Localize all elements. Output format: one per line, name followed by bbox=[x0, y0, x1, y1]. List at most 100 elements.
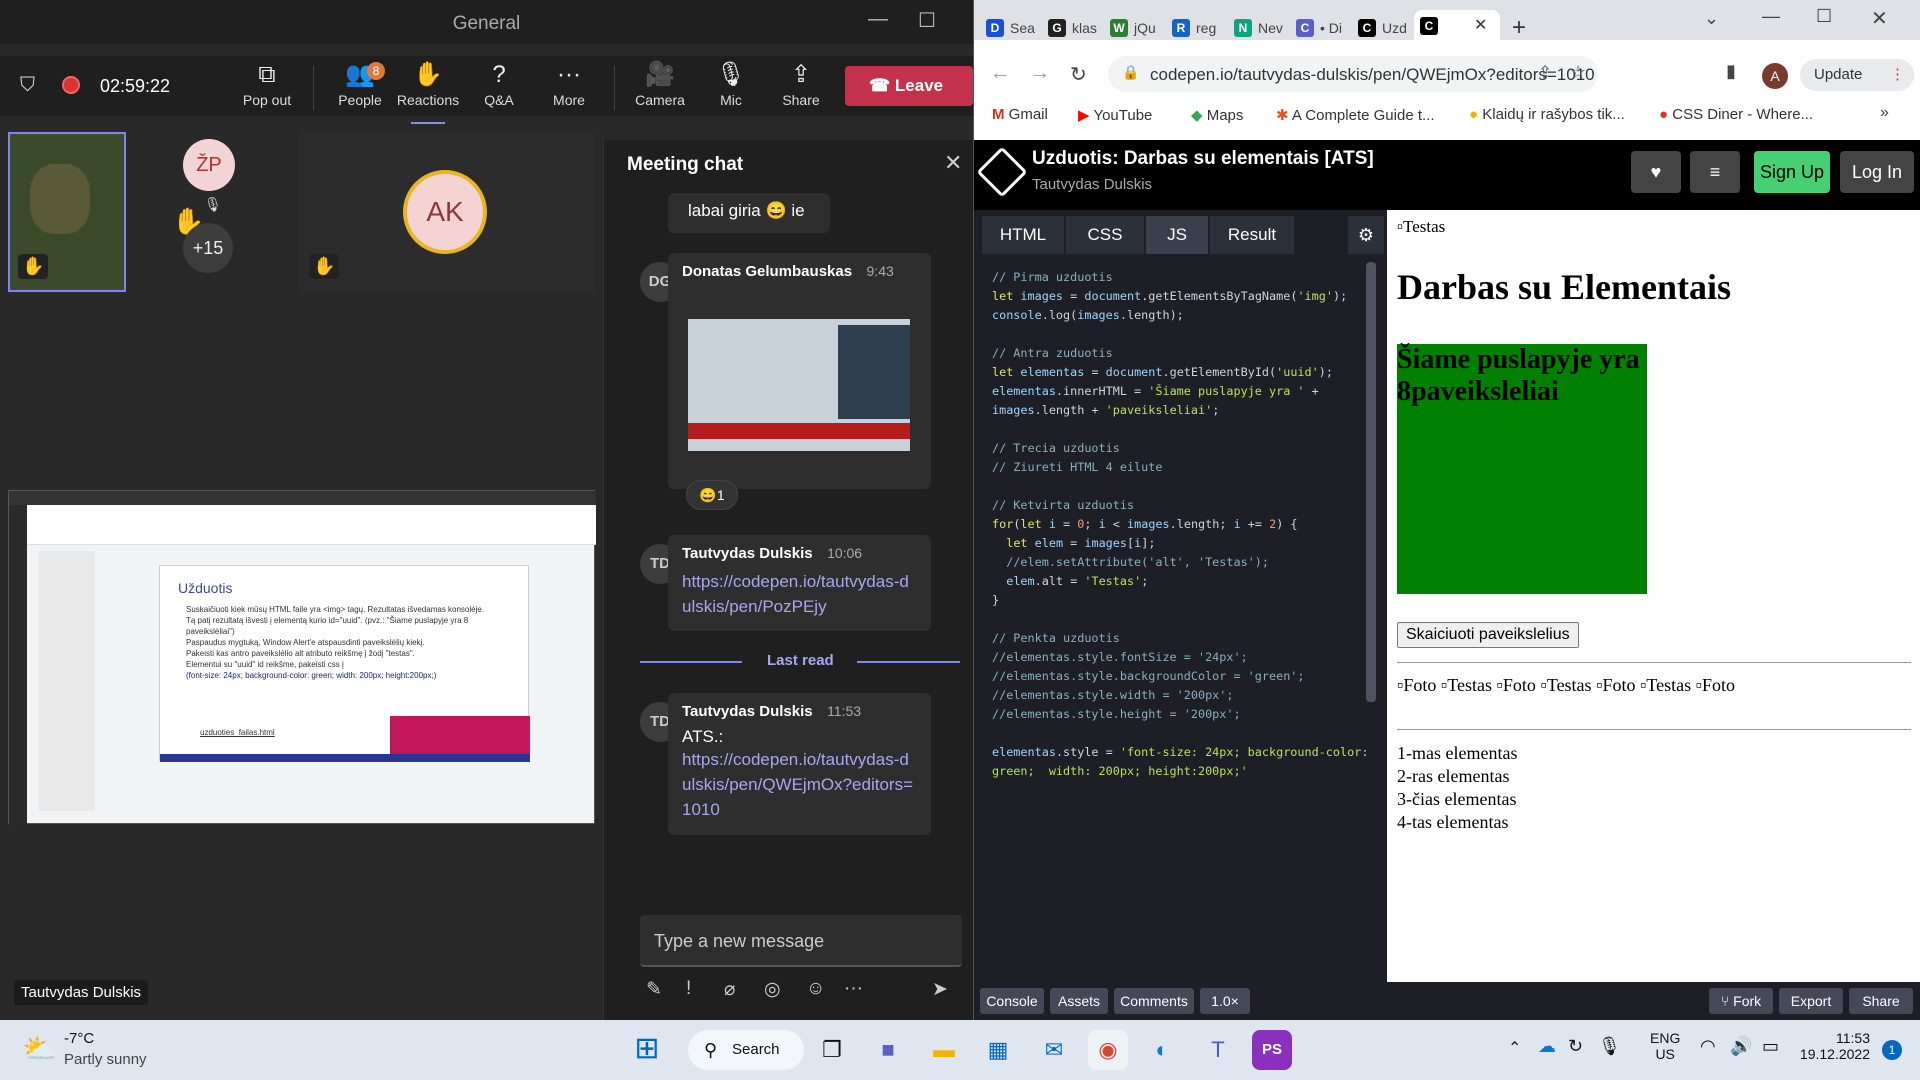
count-images-button[interactable]: Skaiciuoti paveikslelius bbox=[1397, 622, 1579, 648]
star-icon[interactable]: ☆ bbox=[1570, 62, 1586, 83]
camera-button[interactable]: 🎥 Camera bbox=[625, 60, 695, 108]
format-icon[interactable]: ✎ bbox=[646, 978, 662, 1001]
share-icon[interactable]: ⇪ bbox=[1538, 63, 1552, 83]
tab[interactable]: N Nev bbox=[1228, 14, 1290, 42]
emoji-icon[interactable]: ☺ bbox=[806, 978, 825, 1000]
mic-button[interactable]: 🎙 Mic bbox=[696, 60, 766, 108]
update-button[interactable]: Update ⋮ bbox=[1800, 59, 1914, 91]
tab-css[interactable]: CSS bbox=[1066, 216, 1144, 254]
chat-app-icon[interactable]: ■ bbox=[868, 1030, 908, 1070]
zoom-button[interactable]: 1.0× bbox=[1200, 988, 1250, 1014]
important-icon[interactable]: ! bbox=[686, 978, 691, 1000]
message-link[interactable]: https://codepen.io/tautvydas-dulskis/pen… bbox=[682, 569, 917, 619]
weather-temp[interactable]: -7°C bbox=[64, 1030, 94, 1047]
more-icon[interactable]: ··· bbox=[844, 978, 863, 1000]
self-video-tile[interactable]: ✋ bbox=[8, 132, 126, 292]
pen-title[interactable]: Uzduotis: Darbas su elementais [ATS] bbox=[1032, 148, 1374, 170]
image-attachment[interactable] bbox=[688, 319, 910, 451]
chevron-up-icon[interactable]: ⌃ bbox=[1508, 1038, 1521, 1058]
volume-icon[interactable]: 🔊 bbox=[1730, 1036, 1752, 1057]
language-indicator[interactable]: ENG US bbox=[1650, 1030, 1680, 1062]
people-button[interactable]: 👥 People 8 bbox=[325, 60, 395, 108]
settings-gear-icon[interactable]: ⚙ bbox=[1348, 216, 1384, 254]
attach-icon[interactable]: ⌀ bbox=[724, 978, 735, 1001]
sidepanel-icon[interactable]: ▮ bbox=[1726, 61, 1736, 82]
tab[interactable]: WjQu bbox=[1104, 14, 1166, 42]
shared-screen[interactable]: Užduotis Suskaičiuoti kiek mūsų HTML fai… bbox=[8, 490, 596, 825]
participant-tile-ak[interactable]: AK ✋ bbox=[299, 132, 595, 294]
sync-icon[interactable]: ↻ bbox=[1568, 1036, 1583, 1057]
onedrive-icon[interactable]: ☁ bbox=[1538, 1036, 1556, 1057]
chevron-right-icon[interactable]: » bbox=[1880, 104, 1889, 122]
comments-button[interactable]: Comments bbox=[1114, 988, 1194, 1014]
pen-author[interactable]: Tautvydas Dulskis bbox=[1032, 176, 1152, 193]
loop-icon[interactable]: ◎ bbox=[764, 978, 781, 1001]
phpstorm-icon[interactable]: PS bbox=[1252, 1030, 1292, 1070]
message-link[interactable]: https://codepen.io/tautvydas-dulskis/pen… bbox=[682, 747, 917, 822]
tab[interactable]: Rreg bbox=[1166, 14, 1228, 42]
tab-result[interactable]: Result bbox=[1210, 216, 1294, 254]
send-icon[interactable]: ➤ bbox=[932, 978, 948, 1001]
mail-icon[interactable]: ✉ bbox=[1034, 1030, 1074, 1070]
task-view-icon[interactable]: ❐ bbox=[812, 1030, 852, 1070]
bookmark-css-diner[interactable]: ● CSS Diner - Where... bbox=[1659, 106, 1813, 123]
notification-badge[interactable]: 1 bbox=[1882, 1040, 1902, 1060]
js-code[interactable]: // Pirma uzduotis let images = document.… bbox=[992, 268, 1382, 781]
share-button[interactable]: Share bbox=[1849, 988, 1913, 1014]
tab[interactable]: C • Di bbox=[1290, 14, 1352, 42]
chrome-icon[interactable]: ◉ bbox=[1088, 1030, 1128, 1070]
tab[interactable]: C Uzd bbox=[1352, 14, 1414, 42]
tab[interactable]: Gklas bbox=[1042, 14, 1104, 42]
close-icon[interactable]: ✕ bbox=[944, 150, 962, 176]
signup-button[interactable]: Sign Up bbox=[1754, 151, 1830, 193]
minimize-icon[interactable]: — bbox=[868, 8, 888, 31]
reload-icon[interactable]: ↻ bbox=[1070, 62, 1087, 87]
heart-button[interactable]: ♥ bbox=[1631, 151, 1681, 193]
export-button[interactable]: Export bbox=[1779, 988, 1843, 1014]
reactions-button[interactable]: ✋ Reactions bbox=[393, 60, 463, 124]
bookmark-youtube[interactable]: ▶ YouTube bbox=[1078, 106, 1152, 124]
weather-icon[interactable]: ⛅ bbox=[22, 1032, 57, 1065]
qa-button[interactable]: ? Q&A bbox=[464, 60, 534, 108]
reaction-pill[interactable]: 😄1 bbox=[686, 480, 738, 510]
new-tab-icon[interactable]: + bbox=[1512, 14, 1526, 42]
weather-text[interactable]: Partly sunny bbox=[64, 1051, 147, 1068]
teams-icon[interactable]: T bbox=[1198, 1030, 1238, 1070]
taskbar-search[interactable]: ⚲ Search bbox=[688, 1030, 804, 1070]
tab-js[interactable]: JS bbox=[1146, 216, 1208, 254]
bookmark-guide[interactable]: ✱ A Complete Guide t... bbox=[1276, 106, 1435, 124]
more-button[interactable]: ··· More bbox=[534, 60, 604, 108]
bookmark-klaidu[interactable]: ● Klaidų ir rašybos tik... bbox=[1469, 106, 1625, 123]
tab-active[interactable]: C ✕ bbox=[1414, 10, 1500, 42]
pop-out-button[interactable]: ⧉ Pop out bbox=[232, 60, 302, 108]
chevron-down-icon[interactable]: ⌄ bbox=[1704, 8, 1719, 29]
more-participants-button[interactable]: +15 bbox=[183, 223, 233, 273]
bookmark-gmail[interactable]: M Gmail bbox=[992, 106, 1048, 123]
participant-avatar-zp[interactable]: ŽP bbox=[183, 139, 235, 191]
leave-button[interactable]: ☎ Leave bbox=[845, 66, 973, 106]
maximize-icon[interactable]: ☐ bbox=[1816, 6, 1832, 27]
share-button[interactable]: ⇪ Share bbox=[766, 60, 836, 108]
profile-avatar[interactable]: A bbox=[1762, 63, 1788, 89]
url-field[interactable]: 🔒 codepen.io/tautvydas-dulskis/pen/QWEjm… bbox=[1108, 56, 1598, 92]
forward-icon[interactable]: → bbox=[1030, 62, 1050, 85]
wifi-icon[interactable]: ◠ bbox=[1700, 1036, 1716, 1057]
tab-html[interactable]: HTML bbox=[982, 216, 1064, 254]
battery-icon[interactable]: ▭ bbox=[1762, 1036, 1779, 1057]
back-icon[interactable]: ← bbox=[990, 62, 1010, 85]
close-icon[interactable]: ✕ bbox=[1871, 6, 1888, 31]
console-button[interactable]: Console bbox=[980, 988, 1044, 1014]
start-icon[interactable]: ⊞ bbox=[628, 1030, 666, 1068]
minimize-icon[interactable]: — bbox=[1762, 6, 1780, 27]
edge-icon[interactable]: ◐ bbox=[1142, 1030, 1182, 1070]
maximize-icon[interactable]: ☐ bbox=[918, 8, 936, 33]
layout-button[interactable]: ≡ bbox=[1690, 151, 1740, 193]
file-explorer-icon[interactable]: ▬ bbox=[924, 1030, 964, 1070]
close-tab-icon[interactable]: ✕ bbox=[1474, 10, 1487, 42]
login-button[interactable]: Log In bbox=[1840, 151, 1914, 193]
tab[interactable]: D Sea bbox=[980, 14, 1042, 42]
fork-button[interactable]: ⑂ Fork bbox=[1709, 988, 1773, 1014]
mic-off-icon[interactable]: 🎙 bbox=[1598, 1036, 1621, 1057]
assets-button[interactable]: Assets bbox=[1050, 988, 1108, 1014]
chat-message-input[interactable]: Type a new message bbox=[640, 915, 962, 967]
